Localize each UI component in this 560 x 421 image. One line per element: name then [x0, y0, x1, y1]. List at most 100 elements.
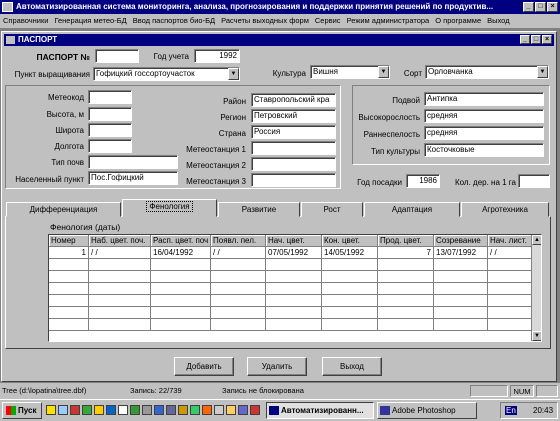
meteostation-3-field[interactable] [251, 173, 336, 187]
table-cell-empty[interactable] [378, 307, 434, 319]
country-field[interactable]: Россия [251, 125, 336, 139]
menu-about[interactable]: О программе [432, 14, 484, 28]
table-cell-empty[interactable] [266, 283, 322, 295]
table-scrollbar[interactable]: ▲ ▼ [531, 235, 541, 341]
table-cell-empty[interactable] [266, 259, 322, 271]
app-icon[interactable] [178, 405, 188, 415]
settlement-field[interactable]: Пос.Гофицкий [88, 171, 178, 185]
table-cell[interactable]: / / [211, 247, 266, 259]
table-cell[interactable]: / / [488, 247, 532, 259]
app-icon[interactable] [166, 405, 176, 415]
table-cell-empty[interactable] [266, 295, 322, 307]
table-cell-empty[interactable] [49, 295, 89, 307]
table-cell-empty[interactable] [151, 295, 211, 307]
table-cell-empty[interactable] [151, 319, 211, 331]
app-icon[interactable] [250, 405, 260, 415]
column-header[interactable]: Номер [49, 235, 89, 247]
menu-directories[interactable]: Справочники [0, 14, 51, 28]
table-cell-empty[interactable] [211, 307, 266, 319]
tab-phenology[interactable]: Фенология [122, 199, 217, 217]
table-row-empty[interactable] [49, 319, 532, 331]
app-icon[interactable] [226, 405, 236, 415]
column-header[interactable]: Созревание [434, 235, 488, 247]
ripening-field[interactable]: средняя [424, 126, 544, 140]
culture-select[interactable]: Вишня ▼ [310, 65, 390, 79]
chevron-down-icon[interactable]: ▼ [228, 68, 239, 80]
app-icon[interactable] [118, 405, 128, 415]
region-field[interactable]: Петровский [251, 109, 336, 123]
desktop-icon[interactable] [58, 405, 68, 415]
app-icon[interactable] [190, 405, 200, 415]
table-cell-empty[interactable] [378, 259, 434, 271]
year-field[interactable]: 1992 [194, 49, 240, 63]
table-cell-empty[interactable] [89, 295, 151, 307]
table-cell-empty[interactable] [49, 307, 89, 319]
column-header[interactable]: Расп. цвет. поч [151, 235, 211, 247]
menu-bio-passports[interactable]: Ввод паспортов био-БД [130, 14, 218, 28]
variety-select[interactable]: Орловчанка ▼ [425, 65, 549, 79]
table-cell-empty[interactable] [151, 307, 211, 319]
table-cell-empty[interactable] [49, 259, 89, 271]
passport-number-field[interactable] [95, 49, 139, 63]
table-cell-empty[interactable] [49, 319, 89, 331]
app-icon[interactable] [202, 405, 212, 415]
app-icon[interactable] [130, 405, 140, 415]
column-header[interactable]: Нач. лист. [488, 235, 532, 247]
table-cell-empty[interactable] [211, 283, 266, 295]
column-header[interactable]: Нач. цвет. [266, 235, 322, 247]
table-cell-empty[interactable] [378, 271, 434, 283]
table-cell-empty[interactable] [434, 295, 488, 307]
delete-button[interactable]: Удалить [247, 357, 307, 376]
table-cell-empty[interactable] [378, 319, 434, 331]
latitude-field[interactable] [88, 123, 132, 137]
table-row-empty[interactable] [49, 283, 532, 295]
table-cell-empty[interactable] [151, 271, 211, 283]
trees-per-ha-field[interactable] [518, 174, 550, 188]
soil-field[interactable] [88, 155, 178, 169]
table-cell-empty[interactable] [211, 295, 266, 307]
place-select[interactable]: Гофицкий госсортоучасток ▼ [93, 67, 240, 81]
table-cell-empty[interactable] [211, 271, 266, 283]
table-row-empty[interactable] [49, 295, 532, 307]
child-minimize-button[interactable]: _ [520, 35, 530, 44]
table-cell-empty[interactable] [378, 283, 434, 295]
tab-growth[interactable]: Рост [301, 202, 363, 217]
phenology-table[interactable]: Номер Наб. цвет. поч. Расп. цвет. поч По… [48, 234, 542, 342]
task-main-app[interactable]: Автоматизированн... [266, 402, 374, 419]
child-maximize-button[interactable]: □ [531, 35, 541, 44]
table-cell-empty[interactable] [322, 271, 378, 283]
minimize-button[interactable]: _ [523, 2, 534, 12]
app-icon[interactable] [94, 405, 104, 415]
meteostation-1-field[interactable] [251, 141, 336, 155]
table-cell-empty[interactable] [322, 319, 378, 331]
table-cell[interactable]: / / [89, 247, 151, 259]
scroll-up-icon[interactable]: ▲ [532, 235, 541, 245]
table-cell-empty[interactable] [488, 259, 532, 271]
table-cell[interactable]: 14/05/1992 [322, 247, 378, 259]
table-cell[interactable]: 13/07/1992 [434, 247, 488, 259]
table-cell[interactable]: 7 [378, 247, 434, 259]
task-photoshop[interactable]: Adobe Photoshop [377, 402, 477, 419]
chevron-down-icon[interactable]: ▼ [537, 66, 548, 78]
table-cell-empty[interactable] [266, 319, 322, 331]
planting-year-field[interactable]: 1986 [406, 174, 440, 188]
precocity-field[interactable]: средняя [424, 109, 544, 123]
app-icon[interactable] [142, 405, 152, 415]
meteostation-2-field[interactable] [251, 157, 336, 171]
table-cell-empty[interactable] [266, 271, 322, 283]
table-cell-empty[interactable] [434, 271, 488, 283]
table-cell-empty[interactable] [49, 271, 89, 283]
tab-differentiation[interactable]: Дифференциация [6, 202, 121, 217]
table-row[interactable]: 1 / / 16/04/1992 / / 07/05/1992 14/05/19… [49, 247, 532, 259]
table-cell-empty[interactable] [488, 307, 532, 319]
table-row-empty[interactable] [49, 259, 532, 271]
table-cell-empty[interactable] [434, 319, 488, 331]
table-cell-empty[interactable] [488, 295, 532, 307]
menu-service[interactable]: Сервис [312, 14, 344, 28]
culture-type-field[interactable]: Косточковые [424, 143, 544, 157]
close-button[interactable]: × [547, 2, 558, 12]
app-icon[interactable] [82, 405, 92, 415]
table-cell-empty[interactable] [322, 295, 378, 307]
app-icon[interactable] [154, 405, 164, 415]
menu-exit[interactable]: Выход [484, 14, 512, 28]
